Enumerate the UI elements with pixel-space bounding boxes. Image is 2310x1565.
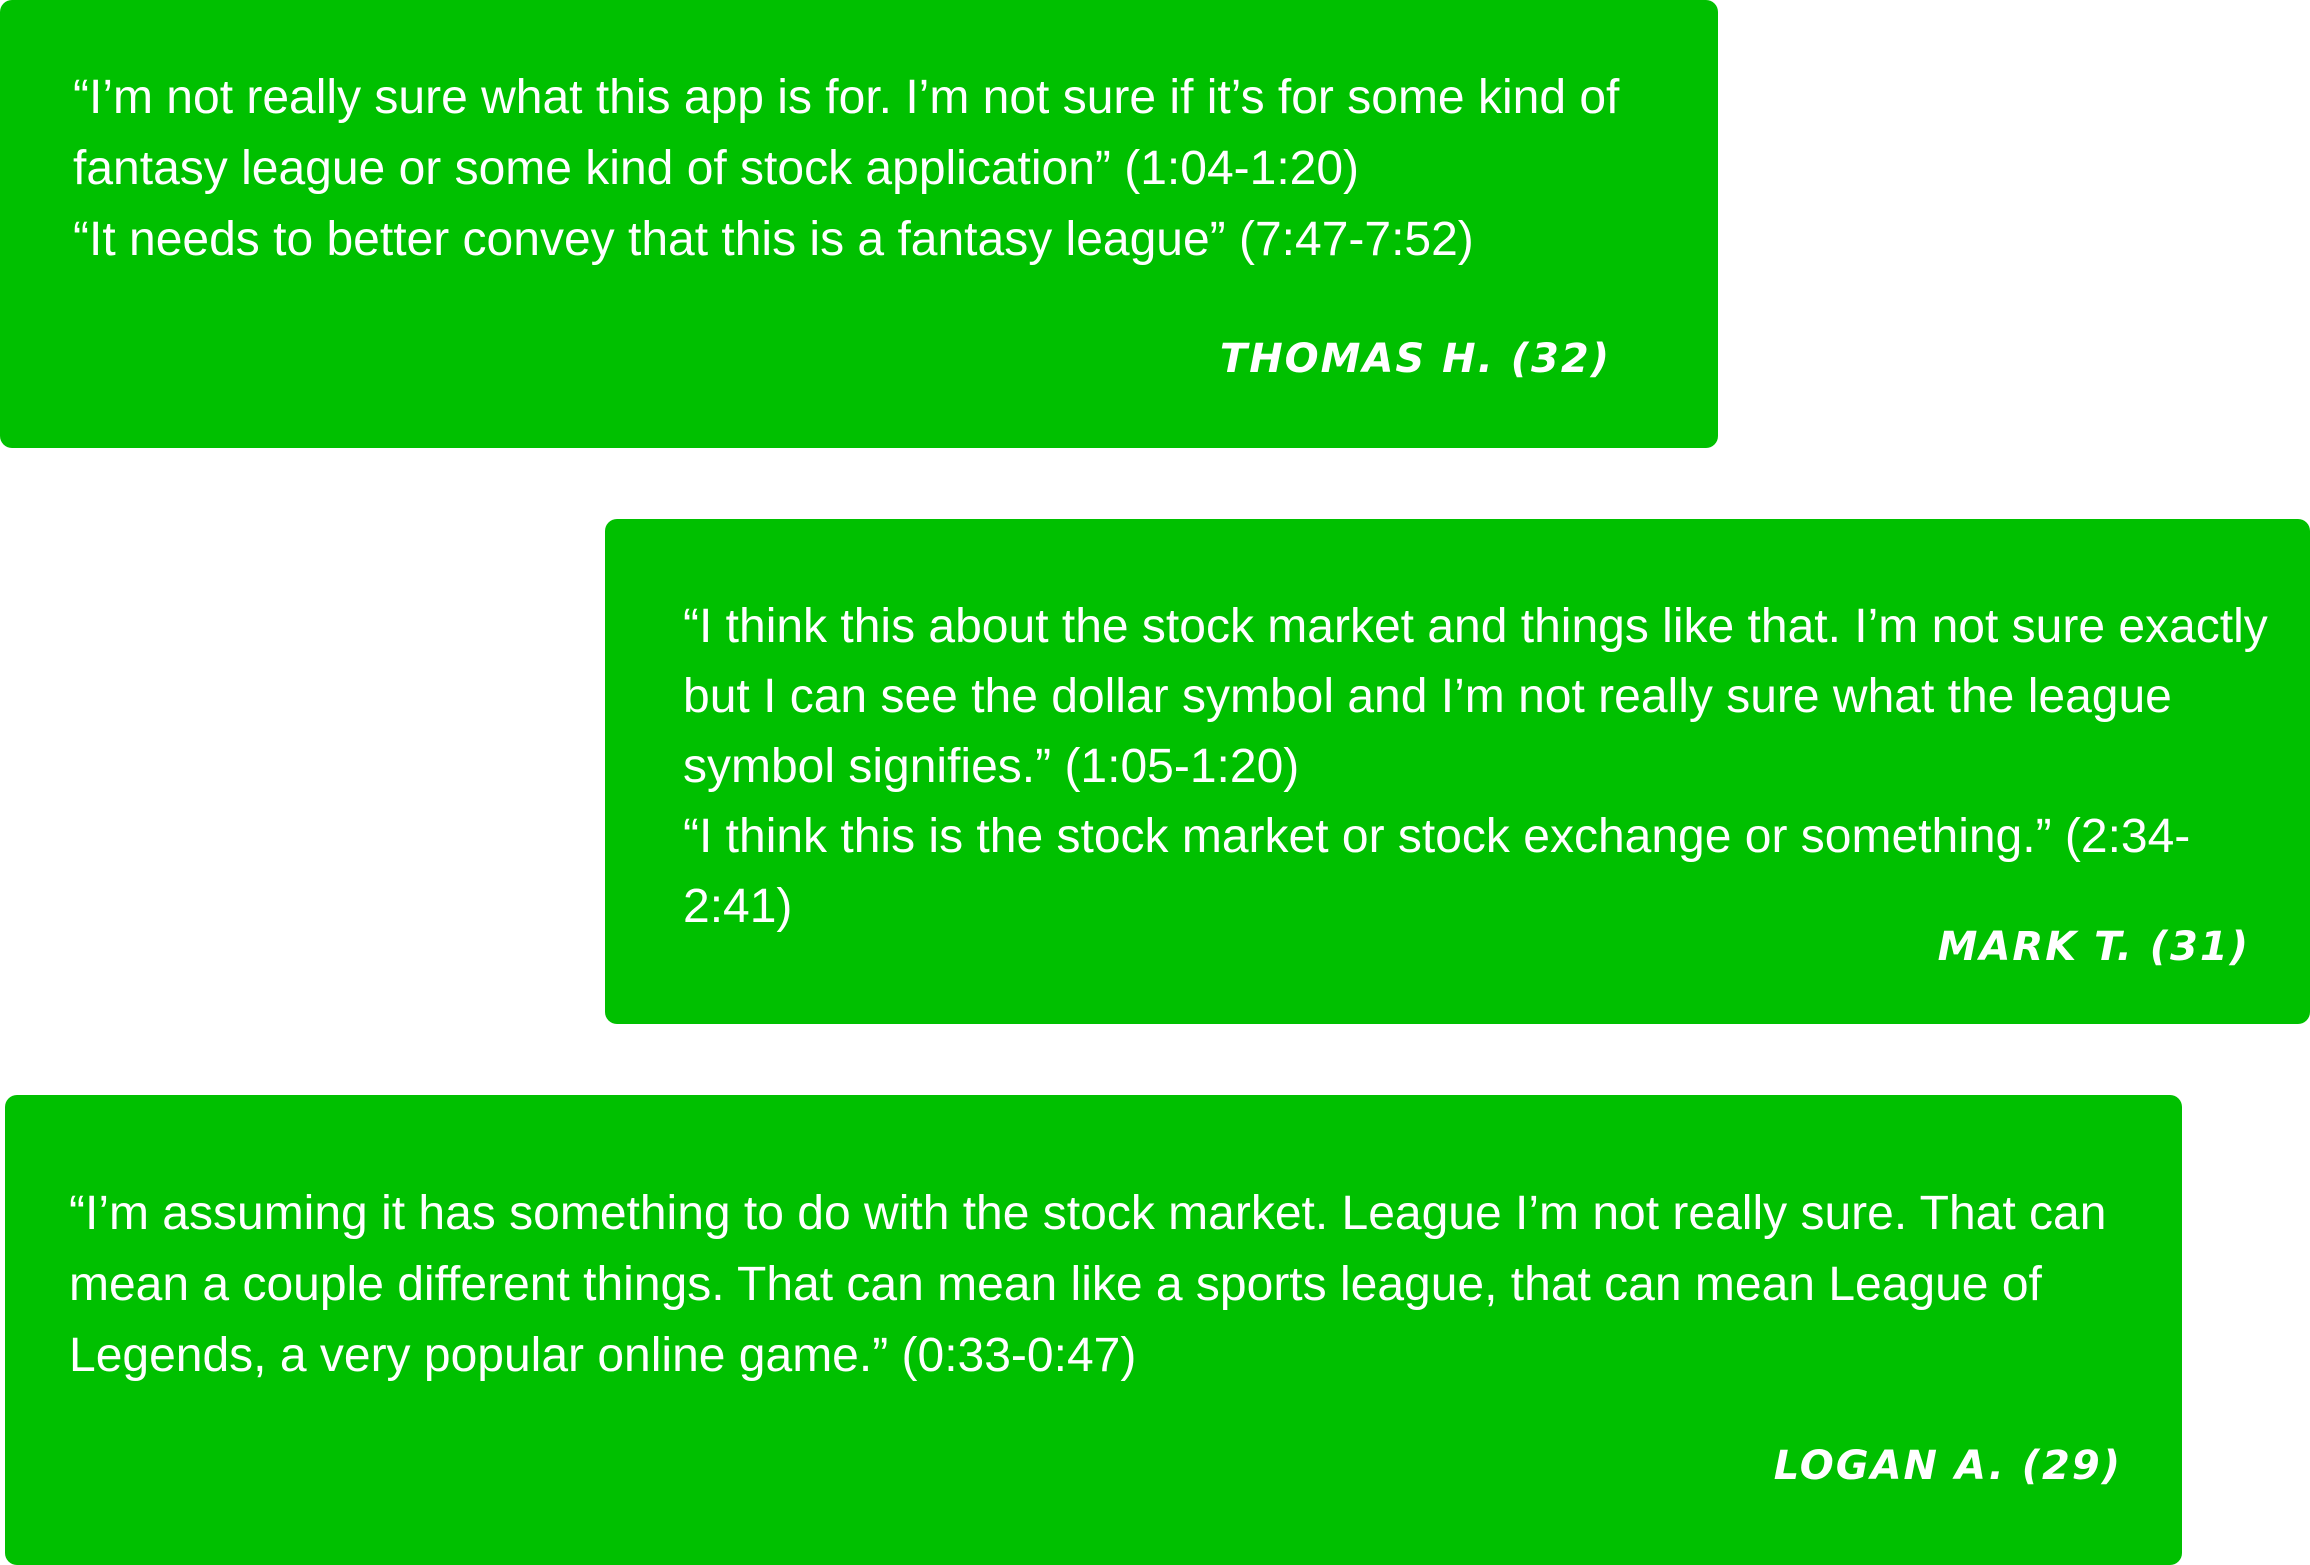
testimonial-card: “I’m assuming it has something to do wit… [5, 1095, 2182, 1565]
quote-paragraph: “It needs to better convey that this is … [73, 213, 1474, 266]
testimonial-quote: “I’m assuming it has something to do wit… [69, 1178, 2149, 1391]
testimonial-card: “I think this about the stock market and… [605, 519, 2310, 1024]
quote-paragraph: “I think this about the stock market and… [683, 600, 2268, 793]
quote-paragraph: “I’m assuming it has something to do wit… [69, 1187, 2107, 1382]
testimonial-quote: “I’m not really sure what this app is fo… [73, 62, 1693, 275]
quote-paragraph: “I’m not really sure what this app is fo… [73, 71, 1620, 195]
testimonial-author: MARK T. (31) [1937, 924, 2250, 970]
testimonial-card: “I’m not really sure what this app is fo… [0, 0, 1718, 448]
testimonial-author: THOMAS H. (32) [1219, 336, 1611, 382]
quote-paragraph: “I think this is the stock market or sto… [683, 810, 2191, 933]
testimonial-author: LOGAN A. (29) [1773, 1443, 2122, 1489]
testimonial-quote: “I think this about the stock market and… [683, 592, 2283, 942]
